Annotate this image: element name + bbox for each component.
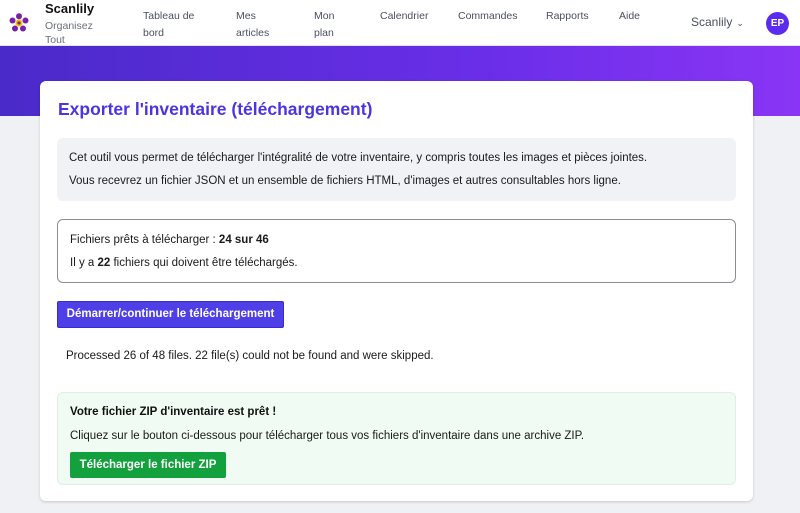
files-remaining-suffix: fichiers qui doivent être téléchargés. <box>110 257 298 269</box>
brand-tagline: Organisez Tout <box>45 20 93 46</box>
brand-name[interactable]: Scanlily <box>45 1 94 16</box>
chevron-down-icon: ⌄ <box>736 18 744 28</box>
nav-item-help[interactable]: Aide <box>619 8 640 25</box>
info-box: Cet outil vous permet de télécharger l'i… <box>57 138 736 201</box>
zip-ready-description: Cliquez sur le bouton ci-dessous pour té… <box>70 430 585 442</box>
nav-item-reports[interactable]: Rapports <box>546 8 589 25</box>
nav-item-my-items[interactable]: Mes articles <box>236 8 284 42</box>
zip-ready-title: Votre fichier ZIP d'inventaire est prêt … <box>70 406 277 418</box>
files-ready-label: Fichiers prêts à télécharger : <box>70 234 219 246</box>
processed-status-text: Processed 26 of 48 files. 22 file(s) cou… <box>66 350 434 362</box>
files-remaining-prefix: Il y a <box>70 257 98 269</box>
files-ready-line: Fichiers prêts à télécharger : 24 sur 46 <box>70 234 269 246</box>
zip-ready-box: Votre fichier ZIP d'inventaire est prêt … <box>57 392 736 485</box>
user-menu[interactable]: Scanlily ⌄ <box>691 15 744 29</box>
user-menu-label: Scanlily <box>691 15 733 29</box>
page-title: Exporter l'inventaire (téléchargement) <box>58 99 373 119</box>
files-remaining-line: Il y a 22 fichiers qui doivent être télé… <box>70 257 298 269</box>
nav-item-calendar[interactable]: Calendrier <box>380 8 428 25</box>
nav-item-my-plan[interactable]: Mon plan <box>314 8 350 42</box>
top-navbar: Scanlily Organisez Tout Tableau de bord … <box>0 0 800 46</box>
export-card: Exporter l'inventaire (téléchargement) C… <box>40 81 753 501</box>
avatar[interactable]: EP <box>766 12 789 35</box>
flower-logo-icon[interactable] <box>9 13 29 33</box>
info-line-2: Vous recevrez un fichier JSON et un ense… <box>69 175 621 187</box>
info-line-1: Cet outil vous permet de télécharger l'i… <box>69 152 648 164</box>
nav-item-dashboard[interactable]: Tableau de bord <box>143 8 205 42</box>
files-remaining-count: 22 <box>97 257 111 269</box>
status-box: Fichiers prêts à télécharger : 24 sur 46… <box>57 219 736 283</box>
download-zip-button[interactable]: Télécharger le fichier ZIP <box>70 452 226 478</box>
start-download-button[interactable]: Démarrer/continuer le téléchargement <box>57 301 284 328</box>
nav-item-orders[interactable]: Commandes <box>458 8 518 25</box>
files-ready-value: 24 sur 46 <box>218 234 269 246</box>
